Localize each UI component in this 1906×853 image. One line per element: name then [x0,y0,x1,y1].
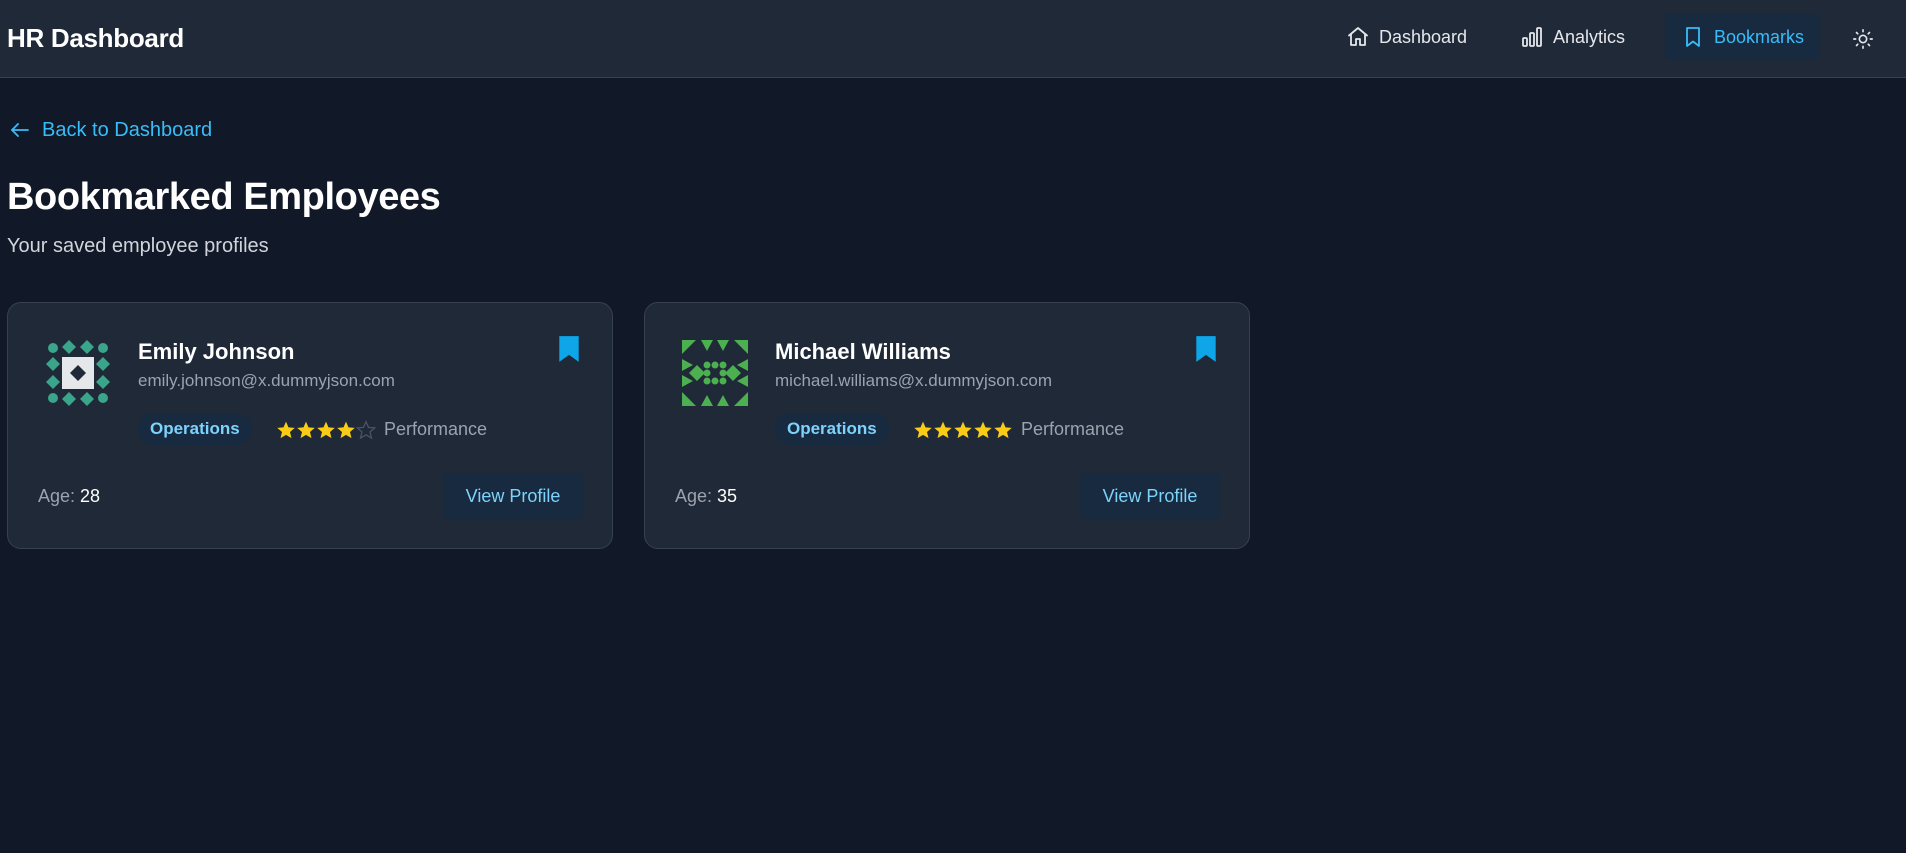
performance-label: Performance [1021,419,1125,439]
top-navbar: HR Dashboard Dashboard Analytics Bookmar… [0,0,1906,78]
employee-name[interactable]: Emily Johnson [138,339,294,365]
star-filled-icon [277,421,295,438]
app-title[interactable]: HR Dashboard [7,23,184,54]
performance-rating: Performance [913,419,1124,440]
employee-card: Michael Williams michael.williams@x.dumm… [644,302,1250,549]
nav-analytics[interactable]: Analytics [1504,14,1641,60]
employee-age: Age: 28 [38,486,100,507]
employee-age: Age: 35 [675,486,737,507]
view-profile-button[interactable]: View Profile [1080,473,1220,519]
star-filled-icon [914,421,932,438]
view-profile-button[interactable]: View Profile [443,473,583,519]
nav-dashboard[interactable]: Dashboard [1330,14,1483,60]
page-title: Bookmarked Employees [7,176,441,218]
bar-chart-icon [1522,27,1542,47]
star-filled-icon [954,421,972,438]
nav-bookmarks[interactable]: Bookmarks [1665,14,1821,60]
age-value: 28 [80,486,101,506]
star-filled-icon [297,421,315,438]
avatar [682,340,748,406]
department-badge: Operations [775,413,889,445]
age-value: 35 [717,486,738,506]
star-filled-icon [994,421,1012,438]
avatar [46,340,110,406]
employee-email: emily.johnson@x.dummyjson.com [138,371,395,390]
employee-card: Emily Johnson emily.johnson@x.dummyjson.… [7,302,613,549]
nav-dashboard-label: Dashboard [1379,26,1468,47]
nav-bookmarks-label: Bookmarks [1714,26,1805,47]
bookmark-filled-icon[interactable] [1193,335,1219,363]
star-filled-icon [317,421,335,438]
page-subtitle: Your saved employee profiles [7,235,269,257]
theme-toggle-button[interactable] [1846,22,1880,56]
age-label: Age: [675,486,713,506]
star-empty-icon [356,419,376,439]
nav-analytics-label: Analytics [1553,26,1626,47]
star-filled-icon [337,421,355,438]
performance-rating: Performance [276,419,487,440]
performance-label: Performance [384,419,488,439]
star-filled-icon [934,421,952,438]
bookmark-filled-icon[interactable] [556,335,582,363]
arrow-left-icon [11,123,29,137]
back-to-dashboard-link[interactable]: Back to Dashboard [8,118,212,142]
department-badge: Operations [138,413,252,445]
star-filled-icon [974,421,992,438]
back-link-label: Back to Dashboard [42,118,213,141]
home-icon [1348,27,1368,46]
employee-name[interactable]: Michael Williams [775,339,951,365]
employee-email: michael.williams@x.dummyjson.com [775,371,1053,390]
bookmark-icon [1686,27,1700,47]
sun-icon [1853,29,1873,49]
age-label: Age: [38,486,76,506]
